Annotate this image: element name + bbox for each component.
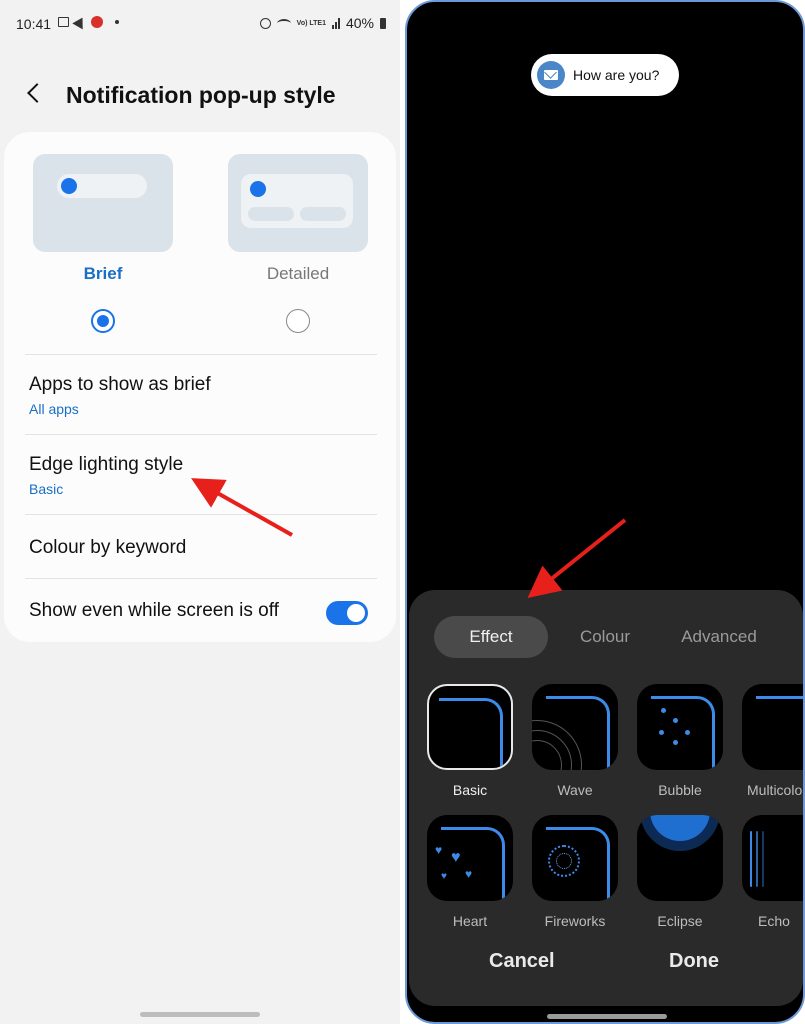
effect-basic-tile[interactable]	[427, 684, 513, 770]
notification-icons	[58, 14, 119, 30]
edge-lighting-sheet: Effect Colour Advanced Basic Wave Bubble…	[409, 590, 803, 1006]
cancel-button[interactable]: Cancel	[489, 950, 555, 973]
divider	[25, 578, 377, 579]
setting-subtitle: Basic	[29, 481, 64, 497]
effect-wave-tile[interactable]	[532, 684, 618, 770]
brief-dot-shape	[61, 178, 77, 194]
gallery-icon	[58, 17, 69, 27]
alarm-icon	[259, 17, 271, 29]
preview-notification: How are you?	[531, 54, 679, 96]
bubble-dot-icon	[659, 730, 664, 735]
tab-colour[interactable]: Colour	[548, 616, 662, 658]
tab-effect[interactable]: Effect	[434, 616, 548, 658]
divider	[25, 434, 377, 435]
settings-card: Brief Detailed Apps to show as brief All…	[4, 132, 396, 642]
bubble-dot-icon	[661, 708, 666, 713]
status-time: 10:41	[16, 16, 52, 32]
edge-light-icon	[439, 698, 503, 768]
setting-title: Colour by keyword	[29, 537, 187, 558]
setting-title: Edge lighting style	[29, 454, 184, 475]
effect-label: Basic	[452, 782, 488, 798]
effect-multicolour-tile[interactable]	[742, 684, 803, 770]
done-button[interactable]: Done	[669, 950, 719, 973]
divider	[25, 354, 377, 355]
detailed-radio[interactable]	[286, 309, 310, 333]
home-indicator[interactable]	[140, 1012, 260, 1017]
setting-show-while-screen-off[interactable]: Show even while screen is off	[4, 594, 396, 634]
echo-line-icon	[756, 831, 758, 887]
header: Notification pop-up style	[0, 72, 400, 122]
effect-label: Fireworks	[544, 913, 606, 929]
setting-colour-by-keyword[interactable]: Colour by keyword	[4, 535, 396, 575]
detailed-bar-shape	[248, 207, 294, 221]
heart-icon: ♥	[435, 843, 443, 857]
echo-line-icon	[762, 831, 764, 887]
effect-fireworks-tile[interactable]	[532, 815, 618, 901]
wifi-icon	[276, 18, 291, 28]
volte-icon: Vo) LTE1	[296, 19, 326, 27]
setting-subtitle: All apps	[29, 401, 79, 417]
system-icons: Vo) LTE1 40%	[259, 15, 386, 31]
setting-apps-brief[interactable]: Apps to show as brief All apps	[4, 372, 396, 434]
bubble-dot-icon	[685, 730, 690, 735]
divider	[25, 514, 377, 515]
echo-line-icon	[750, 831, 752, 887]
setting-title: Show even while screen is off	[29, 600, 279, 621]
effect-label: Wave	[557, 782, 593, 798]
settings-screen: 10:41 Vo) LTE1 40% Notification pop-up s…	[0, 0, 400, 1024]
effect-eclipse-tile[interactable]	[637, 815, 723, 901]
effect-label: Heart	[452, 913, 488, 929]
telegram-icon	[72, 14, 88, 30]
mail-icon	[537, 61, 565, 89]
heart-icon: ♥	[441, 871, 447, 882]
brief-label[interactable]: Brief	[33, 264, 173, 284]
heart-icon: ♥	[451, 849, 461, 866]
firework-icon	[556, 853, 572, 869]
brief-style-preview[interactable]	[33, 154, 173, 252]
detailed-bar-shape	[300, 207, 346, 221]
tab-advanced[interactable]: Advanced	[662, 616, 776, 658]
edge-light-icon	[546, 696, 610, 770]
effect-label: Multicolo	[747, 782, 803, 798]
home-indicator[interactable]	[547, 1014, 667, 1019]
edge-lighting-screen: How are you? Effect Colour Advanced Basi…	[405, 0, 805, 1024]
signal-icon	[331, 17, 340, 29]
page-title: Notification pop-up style	[66, 82, 336, 108]
effect-label: Bubble	[658, 782, 702, 798]
app-notification-icon	[91, 16, 103, 28]
effect-bubble-tile[interactable]	[637, 684, 723, 770]
heart-icon: ♥	[465, 867, 473, 881]
detailed-label[interactable]: Detailed	[228, 264, 368, 284]
bubble-dot-icon	[673, 718, 678, 723]
brief-radio[interactable]	[91, 309, 115, 333]
screen-off-toggle[interactable]	[326, 601, 368, 625]
effect-echo-tile[interactable]	[742, 815, 803, 901]
edge-light-icon	[756, 696, 803, 770]
bubble-dot-icon	[673, 740, 678, 745]
effect-label: Eclipse	[657, 913, 703, 929]
setting-title: Apps to show as brief	[29, 374, 211, 395]
setting-edge-lighting-style[interactable]: Edge lighting style Basic	[4, 452, 396, 514]
battery-percent: 40%	[345, 15, 374, 31]
back-arrow-icon[interactable]	[27, 83, 47, 103]
effect-heart-tile[interactable]: ♥ ♥ ♥ ♥	[427, 815, 513, 901]
detailed-dot-shape	[250, 181, 266, 197]
status-bar: 10:41 Vo) LTE1 40%	[0, 0, 400, 48]
battery-icon	[380, 17, 386, 29]
detailed-style-preview[interactable]	[228, 154, 368, 252]
more-notifications-icon	[115, 20, 119, 24]
preview-text: How are you?	[573, 67, 660, 83]
effect-label: Echo	[758, 913, 790, 929]
